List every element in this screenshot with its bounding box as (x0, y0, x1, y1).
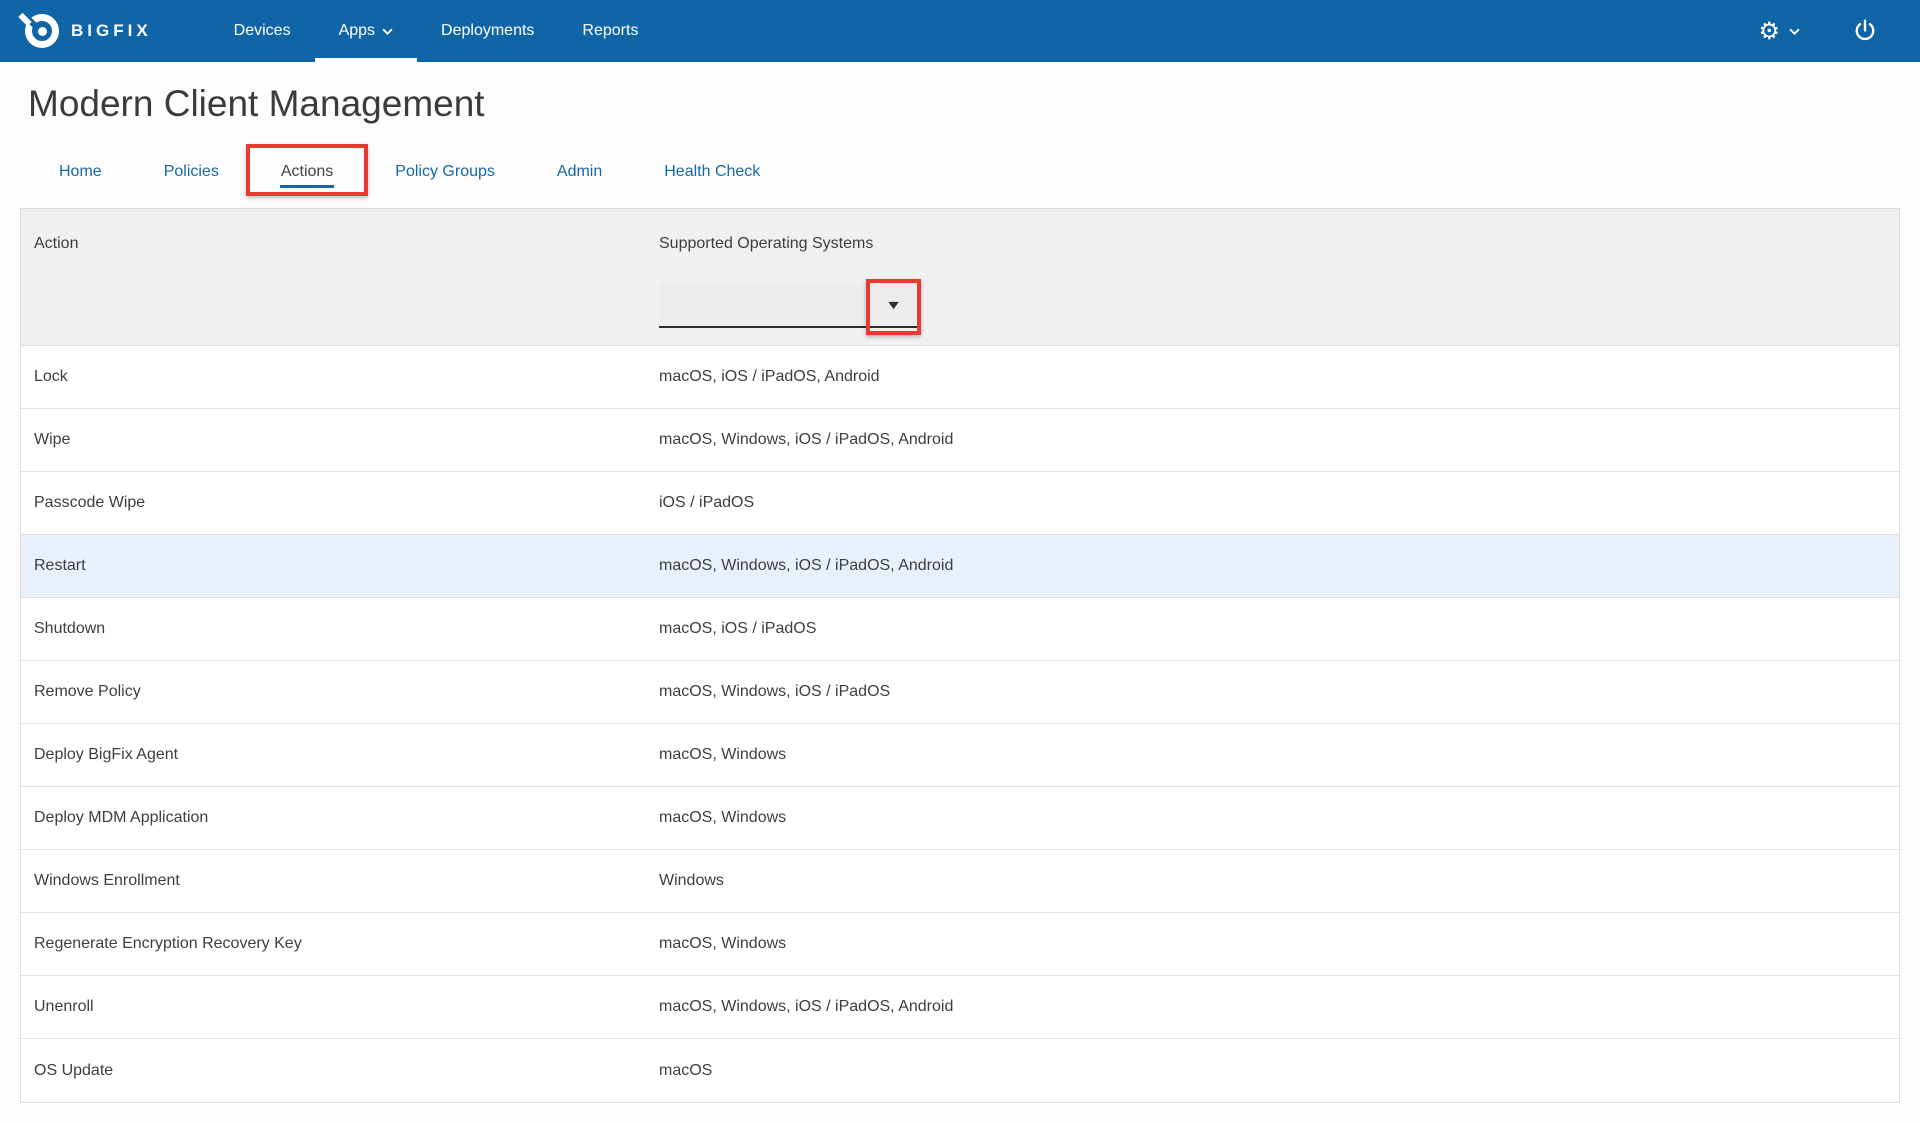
brand[interactable]: BIGFIX (25, 0, 152, 62)
nav-item-label: Apps (339, 22, 375, 40)
nav-item-label: Reports (582, 22, 638, 40)
tab-label: Policy Groups (395, 163, 495, 180)
table-row[interactable]: Passcode Wipe iOS / iPadOS (21, 472, 1899, 535)
caret-down-icon[interactable]: ▼ (888, 301, 899, 311)
column-header-os: Supported Operating Systems ▼ (659, 209, 1899, 345)
table-row[interactable]: Deploy BigFix Agent macOS, Windows (21, 724, 1899, 787)
action-cell: Deploy BigFix Agent (21, 746, 659, 764)
bigfix-logo-icon (25, 14, 59, 48)
tab-label: Health Check (664, 163, 760, 180)
nav-item-label: Deployments (441, 22, 534, 40)
action-cell: Shutdown (21, 620, 659, 638)
os-filter-select[interactable]: ▼ (659, 283, 919, 328)
action-cell: Regenerate Encryption Recovery Key (21, 935, 659, 953)
tab-bar: Home Policies Actions Policy Groups Admi… (20, 150, 1900, 196)
os-cell: macOS, Windows, iOS / iPadOS, Android (659, 431, 1899, 449)
logout-button[interactable] (1852, 18, 1878, 44)
gear-icon: ⚙ (1758, 19, 1780, 43)
os-cell: macOS, Windows (659, 746, 1899, 764)
os-cell: macOS, iOS / iPadOS (659, 620, 1899, 638)
action-cell: Lock (21, 368, 659, 386)
os-cell: macOS, Windows, iOS / iPadOS, Android (659, 557, 1899, 575)
table-row[interactable]: Shutdown macOS, iOS / iPadOS (21, 598, 1899, 661)
nav-item-label: Devices (234, 22, 291, 40)
table-row[interactable]: Restart macOS, Windows, iOS / iPadOS, An… (21, 535, 1899, 598)
chevron-down-icon (1789, 28, 1800, 35)
primary-nav: Devices Apps Deployments Reports (210, 0, 663, 62)
os-cell: macOS, Windows (659, 935, 1899, 953)
top-nav: BIGFIX Devices Apps Deployments Reports … (0, 0, 1920, 62)
tab-health-check[interactable]: Health Check (633, 150, 791, 196)
table-row[interactable]: Lock macOS, iOS / iPadOS, Android (21, 346, 1899, 409)
action-cell: Restart (21, 557, 659, 575)
nav-item-devices[interactable]: Devices (210, 0, 315, 62)
tab-policies[interactable]: Policies (133, 150, 250, 196)
nav-item-apps[interactable]: Apps (315, 0, 417, 62)
tab-home[interactable]: Home (28, 150, 133, 196)
page-title: Modern Client Management (28, 82, 1900, 126)
tab-label: Home (59, 163, 102, 180)
tab-admin[interactable]: Admin (526, 150, 633, 196)
settings-menu-button[interactable]: ⚙ (1758, 19, 1800, 43)
action-cell: OS Update (21, 1062, 659, 1080)
table-row[interactable]: Deploy MDM Application macOS, Windows (21, 787, 1899, 850)
os-cell: macOS, Windows (659, 809, 1899, 827)
table-body: Lock macOS, iOS / iPadOS, Android Wipe m… (21, 346, 1899, 1102)
action-cell: Deploy MDM Application (21, 809, 659, 827)
brand-text: BIGFIX (71, 21, 152, 41)
action-cell: Unenroll (21, 998, 659, 1016)
table-row[interactable]: Wipe macOS, Windows, iOS / iPadOS, Andro… (21, 409, 1899, 472)
action-cell: Windows Enrollment (21, 872, 659, 890)
action-cell: Wipe (21, 431, 659, 449)
os-cell: macOS (659, 1062, 1899, 1080)
tab-policy-groups[interactable]: Policy Groups (364, 150, 526, 196)
annotation-box-dropdown: ▼ (866, 279, 921, 335)
os-cell: Windows (659, 872, 1899, 890)
actions-table: Action Supported Operating Systems ▼ Loc… (20, 208, 1900, 1103)
tab-active-underline (280, 185, 334, 188)
nav-right: ⚙ (1758, 0, 1892, 62)
table-row[interactable]: Remove Policy macOS, Windows, iOS / iPad… (21, 661, 1899, 724)
table-row[interactable]: Regenerate Encryption Recovery Key macOS… (21, 913, 1899, 976)
table-row[interactable]: Windows Enrollment Windows (21, 850, 1899, 913)
os-cell: macOS, Windows, iOS / iPadOS, Android (659, 998, 1899, 1016)
action-cell: Remove Policy (21, 683, 659, 701)
nav-item-reports[interactable]: Reports (558, 0, 662, 62)
action-cell: Passcode Wipe (21, 494, 659, 512)
os-cell: macOS, iOS / iPadOS, Android (659, 368, 1899, 386)
chevron-down-icon (382, 28, 393, 35)
table-row[interactable]: OS Update macOS (21, 1039, 1899, 1102)
table-header: Action Supported Operating Systems ▼ (21, 209, 1899, 346)
page-content: Modern Client Management Home Policies A… (0, 82, 1920, 1103)
os-cell: iOS / iPadOS (659, 494, 1899, 512)
column-header-action: Action (21, 209, 659, 345)
tab-label: Actions (281, 163, 333, 180)
table-row[interactable]: Unenroll macOS, Windows, iOS / iPadOS, A… (21, 976, 1899, 1039)
nav-item-deployments[interactable]: Deployments (417, 0, 558, 62)
tab-actions[interactable]: Actions (250, 150, 364, 196)
tab-label: Admin (557, 163, 602, 180)
tab-label: Policies (164, 163, 219, 180)
power-icon (1852, 18, 1878, 44)
column-header-os-label: Supported Operating Systems (659, 235, 1899, 253)
os-cell: macOS, Windows, iOS / iPadOS (659, 683, 1899, 701)
